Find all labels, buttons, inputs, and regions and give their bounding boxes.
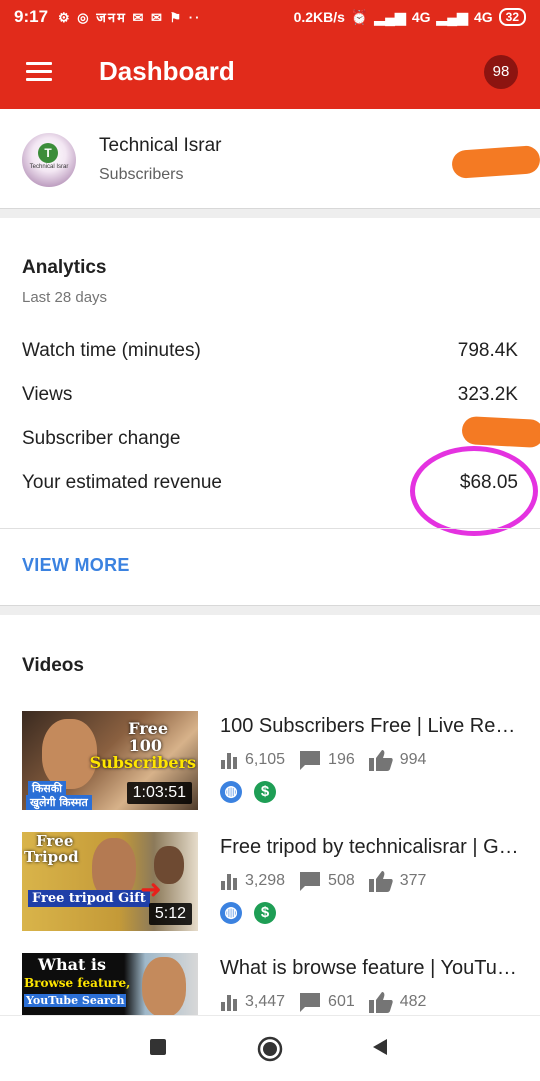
highlight-circle-annotation — [410, 446, 538, 536]
comments-stat: 196 — [299, 750, 355, 770]
comments-stat: 601 — [299, 992, 355, 1012]
video-item[interactable]: What is Browse feature, YouTube Search W… — [0, 953, 540, 1015]
view-more-button[interactable]: VIEW MORE — [22, 555, 130, 576]
comment-icon — [300, 872, 321, 891]
video-item[interactable]: Free 100 Subscribers किसकी खुलेगी किस्मत… — [0, 711, 540, 811]
public-globe-icon: ◍ — [220, 902, 242, 924]
bar-chart-icon — [221, 995, 237, 1011]
analytics-period: Last 28 days — [22, 289, 108, 306]
likes-stat: 377 — [368, 870, 427, 892]
comment-icon — [300, 993, 321, 1012]
metric-label: Watch time (minutes) — [22, 340, 201, 361]
status-right: 0.2KB/s ⏰ ▂▄▆ 4G ▂▄▆ 4G 32 — [294, 8, 526, 26]
views-count: 3,447 — [245, 993, 286, 1010]
back-icon[interactable] — [371, 1038, 389, 1056]
views-stat: 6,105 — [220, 751, 285, 769]
video-stats: 6,105 196 994 — [220, 749, 440, 771]
monetized-dollar-icon: $ — [254, 902, 276, 924]
network-type-2: 4G — [473, 9, 493, 25]
thumbnail-caption: Subscribers — [89, 753, 196, 772]
section-divider — [0, 605, 540, 615]
arrow-icon: ➜ — [140, 874, 162, 904]
monetized-dollar-icon: $ — [254, 781, 276, 803]
system-nav-bar — [0, 1015, 540, 1081]
page-title: Dashboard — [99, 56, 235, 86]
public-globe-icon: ◍ — [220, 781, 242, 803]
status-bar: 9:17 ⚙ ◎ जनम ✉ ✉ ⚑ ·· 0.2KB/s ⏰ ▂▄▆ 4G ▂… — [0, 0, 540, 34]
network-type-1: 4G — [411, 9, 431, 25]
thumbnail-caption: Tripod — [24, 848, 79, 866]
metric-subscriber-change: Subscriber change — [22, 428, 518, 450]
likes-stat: 482 — [368, 991, 427, 1013]
subscribers-label: Subscribers — [99, 166, 184, 183]
hamburger-menu-icon[interactable] — [26, 62, 52, 82]
thumbs-up-icon — [368, 871, 393, 892]
metric-views: Views 323.2K — [22, 384, 518, 406]
likes-count: 377 — [399, 872, 427, 889]
video-title[interactable]: Free tripod by technicalisrar | Giveaway — [220, 836, 520, 859]
status-time: 9:17 — [14, 7, 49, 26]
analytics-title: Analytics — [22, 257, 107, 278]
video-title[interactable]: 100 Subscribers Free | Live Rewards — [220, 715, 520, 738]
avatar[interactable]: T Technical Israr — [22, 133, 76, 187]
video-stats: 3,447 601 482 — [220, 991, 440, 1013]
video-badges: ◍ $ — [220, 781, 276, 803]
video-duration: 5:12 — [148, 903, 192, 925]
videos-title: Videos — [22, 655, 84, 676]
video-title[interactable]: What is browse feature | YouTube Search — [220, 957, 520, 980]
comments-count: 196 — [328, 751, 355, 768]
video-stats: 3,298 508 377 — [220, 870, 440, 892]
views-stat: 3,298 — [220, 872, 285, 890]
views-count: 6,105 — [245, 751, 286, 768]
home-icon[interactable] — [257, 1036, 283, 1062]
channel-name: Technical Israr — [99, 135, 222, 156]
thumbs-up-icon — [368, 750, 393, 771]
views-stat: 3,447 — [220, 993, 285, 1011]
metric-value: 323.2K — [457, 384, 518, 405]
video-item[interactable]: Free Tripod Free tripod Gift ➜ 5:12 Free… — [0, 832, 540, 932]
video-badges: ◍ $ — [220, 902, 276, 924]
metric-value: 798.4K — [457, 340, 518, 361]
likes-stat: 994 — [368, 749, 427, 771]
comments-count: 508 — [328, 872, 355, 889]
views-count: 3,298 — [245, 872, 286, 889]
likes-count: 482 — [399, 993, 427, 1010]
app-bar: Dashboard 98 — [0, 34, 540, 109]
video-duration: 1:03:51 — [126, 782, 192, 804]
thumbnail-caption: खुलेगी किस्मत — [26, 795, 92, 810]
section-divider — [0, 208, 540, 218]
comment-icon — [300, 751, 321, 770]
row-divider — [0, 528, 540, 529]
alarm-icon: ⏰ — [350, 8, 369, 25]
network-speed: 0.2KB/s — [293, 9, 345, 25]
comments-count: 601 — [328, 993, 355, 1010]
metric-label: Subscriber change — [22, 428, 181, 449]
likes-count: 994 — [399, 751, 427, 768]
channel-logo-icon: T — [38, 143, 58, 163]
notification-badge[interactable]: 98 — [484, 55, 518, 89]
comments-stat: 508 — [299, 871, 355, 891]
thumbnail-caption: Browse feature, — [24, 976, 131, 990]
avatar-text: Technical Israr — [29, 164, 69, 170]
thumbnail-caption: Free tripod Gift — [28, 890, 150, 907]
status-notification-icons: ⚙ ◎ जनम ✉ ✉ ⚑ ·· — [58, 10, 202, 25]
recent-apps-icon[interactable] — [149, 1038, 167, 1056]
signal-icon: ▂▄▆ — [374, 8, 406, 25]
battery-icon: 32 — [498, 8, 526, 26]
metric-label: Views — [22, 384, 73, 405]
metric-watch-time: Watch time (minutes) 798.4K — [22, 340, 518, 362]
video-thumbnail[interactable]: What is Browse feature, YouTube Search — [22, 953, 198, 1015]
thumbnail-caption: किसकी — [28, 781, 67, 796]
bar-chart-icon — [221, 874, 237, 890]
thumbs-up-icon — [368, 992, 393, 1013]
metric-label: Your estimated revenue — [22, 472, 222, 493]
video-thumbnail[interactable]: Free 100 Subscribers किसकी खुलेगी किस्मत… — [22, 711, 198, 810]
signal-icon-2: ▂▄▆ — [436, 8, 468, 25]
person-image — [142, 957, 186, 1015]
bar-chart-icon — [221, 753, 237, 769]
thumbnail-caption: What is — [38, 955, 107, 974]
thumbnail-caption: YouTube Search — [24, 994, 127, 1007]
redaction-mark — [461, 415, 540, 449]
video-thumbnail[interactable]: Free Tripod Free tripod Gift ➜ 5:12 — [22, 832, 198, 931]
